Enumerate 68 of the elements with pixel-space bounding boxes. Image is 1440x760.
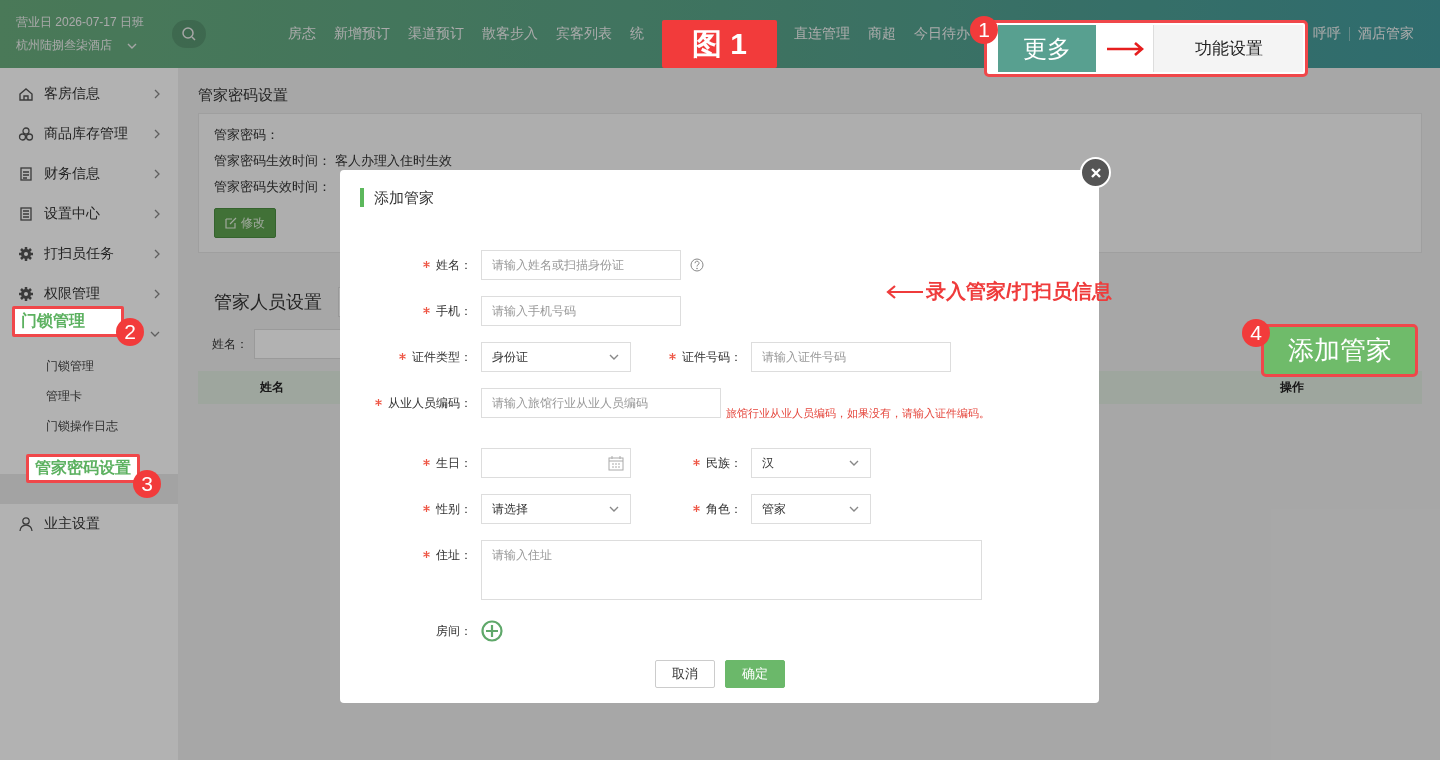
select-field[interactable]: 管家: [751, 494, 871, 524]
field-hint: 旅馆行业从业人员编码，如果没有，请输入证件编码。: [726, 406, 990, 421]
field-label: 民族：: [631, 448, 751, 478]
edit-icon: [225, 217, 237, 229]
filter-label: 姓名：: [212, 335, 248, 353]
field-label: 房间：: [435, 623, 473, 640]
sidebar-item[interactable]: 客房信息: [0, 84, 178, 104]
chevron-icon: [152, 249, 162, 259]
select-field[interactable]: 请选择: [481, 494, 631, 524]
chevron-icon: [152, 209, 162, 219]
figure-label: 图 1: [662, 20, 777, 68]
sidebar-subitem[interactable]: 管理卡: [0, 381, 178, 411]
dialog-title: 添加管家: [360, 188, 434, 207]
text-field[interactable]: 请输入旅馆行业从业人员编码: [481, 388, 721, 418]
document-icon: [18, 166, 34, 182]
field-label: 住址：: [340, 540, 481, 570]
callout-label: 管家密码设置: [26, 454, 140, 483]
help-icon[interactable]: [690, 258, 704, 272]
chevron-icon: [152, 129, 162, 139]
section-title: 管家人员设置: [214, 291, 322, 314]
text-field[interactable]: 请输入手机号码: [481, 296, 681, 326]
arrow-left-icon: [886, 283, 924, 300]
date-field[interactable]: [481, 448, 631, 478]
field-label: 从业人员编码：: [340, 388, 481, 418]
cubes-icon: [18, 126, 34, 142]
sidebar-item[interactable]: 商品库存管理: [0, 124, 178, 144]
person-icon: [18, 516, 34, 532]
chevron-icon: [152, 289, 162, 299]
field-label: 角色：: [631, 494, 751, 524]
field-label: 证件类型：: [340, 342, 481, 372]
field-label: 证件号码：: [631, 342, 751, 372]
gear-icon: [18, 286, 34, 302]
sidebar-item[interactable]: 业主设置: [0, 514, 178, 534]
callout-label: 门锁管理: [12, 306, 124, 337]
password-info: 管家密码生效时间： 客人办理入住时生效: [214, 152, 453, 170]
sidebar-item[interactable]: 财务信息: [0, 164, 178, 184]
plus-circle-icon[interactable]: [481, 620, 503, 642]
column-header: 姓名: [259, 379, 285, 396]
sidebar-item[interactable]: 设置中心: [0, 204, 178, 224]
password-info: 管家密码：: [214, 126, 280, 144]
field-label: 姓名：: [340, 250, 481, 280]
select-field[interactable]: 汉: [751, 448, 871, 478]
text-field[interactable]: 请输入姓名或扫描身份证: [481, 250, 681, 280]
column-header: 操作: [1279, 379, 1305, 396]
field-label: 生日：: [340, 448, 481, 478]
field-label: 手机：: [340, 296, 481, 326]
sidebar-subitem[interactable]: 门锁管理: [0, 351, 178, 381]
sidebar-subitem[interactable]: 门锁操作日志: [0, 411, 178, 441]
page-title: 管家密码设置: [198, 86, 289, 105]
search-icon: [181, 26, 197, 42]
sidebar-item[interactable]: 权限管理: [0, 284, 178, 304]
calendar-icon: [608, 455, 624, 471]
gear-icon: [18, 246, 34, 262]
field-label: 性别：: [340, 494, 481, 524]
address-field[interactable]: 请输入住址: [481, 540, 982, 600]
chevron-icon: [150, 329, 160, 339]
select-field[interactable]: 身份证: [481, 342, 631, 372]
sidebar-item[interactable]: 打扫员任务: [0, 244, 178, 264]
chevron-icon: [152, 89, 162, 99]
password-info: 管家密码失效时间：: [214, 178, 332, 196]
chevron-icon: [152, 169, 162, 179]
business-day: 营业日 2026-07-17 日班: [16, 14, 170, 31]
house-icon: [18, 86, 34, 102]
cancel-button[interactable]: 取消: [654, 660, 715, 688]
text-field[interactable]: 请输入证件号码: [751, 342, 951, 372]
arrow-right-icon: [1104, 40, 1145, 57]
close-icon: [1089, 166, 1102, 179]
list-icon: [18, 206, 34, 222]
